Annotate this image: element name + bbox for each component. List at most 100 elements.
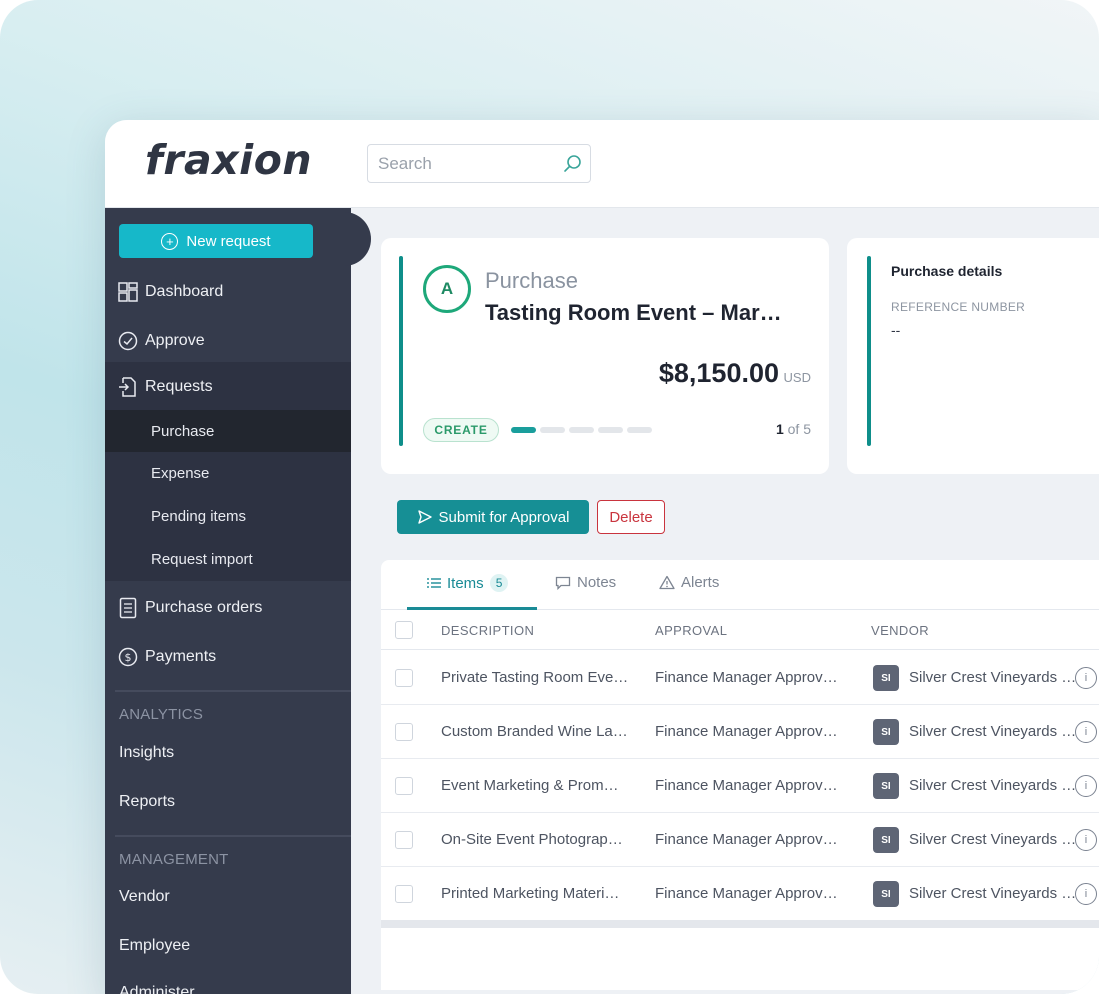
new-request-button[interactable]: + New request <box>119 224 313 258</box>
request-title: Tasting Room Event – Mar… <box>485 300 782 325</box>
item-vendor: Silver Crest Vineyards … <box>909 777 1077 794</box>
progress-segment <box>569 427 594 433</box>
sidebar-item-pending-items[interactable]: Pending items <box>105 495 351 537</box>
item-description: Event Marketing & Prom… <box>441 777 619 794</box>
sidebar-item-label: Purchase <box>151 422 215 440</box>
info-icon[interactable]: i <box>1075 829 1097 851</box>
sidebar-item-reports[interactable]: Reports <box>119 793 175 811</box>
table-footer <box>381 920 1099 928</box>
progress-segment <box>598 427 623 433</box>
new-request-label: New request <box>186 232 271 250</box>
comment-icon <box>555 576 571 590</box>
sidebar-item-employee[interactable]: Employee <box>119 937 190 955</box>
tab-alerts[interactable]: Alerts <box>659 574 719 591</box>
row-checkbox[interactable] <box>395 831 413 849</box>
currency-code: USD <box>783 370 811 385</box>
sidebar-item-label: Approve <box>145 332 205 349</box>
sidebar-item-insights[interactable]: Insights <box>119 744 174 762</box>
info-icon[interactable]: i <box>1075 883 1097 905</box>
sidebar-item-requests[interactable]: Requests <box>105 370 351 404</box>
progress-segment <box>511 427 536 433</box>
sidebar-item-vendor[interactable]: Vendor <box>119 888 170 906</box>
info-icon[interactable]: i <box>1075 667 1097 689</box>
check-circle-icon <box>117 330 139 352</box>
search-box[interactable] <box>367 144 591 183</box>
item-count-badge: 5 <box>489 574 509 592</box>
list-icon <box>427 578 441 588</box>
request-type: Purchase <box>485 268 578 293</box>
submit-label: Submit for Approval <box>438 508 570 526</box>
app-window: fraxion + New request Dashboard <box>105 120 1099 994</box>
sidebar-item-label: Dashboard <box>145 283 224 300</box>
sidebar-collapse-toggle[interactable] <box>337 212 371 266</box>
status-badge: CREATE <box>423 418 499 442</box>
item-vendor: Silver Crest Vineyards … <box>909 669 1077 686</box>
item-approval: Finance Manager Approv… <box>655 777 838 794</box>
item-approval: Finance Manager Approv… <box>655 831 838 848</box>
stage-progress <box>511 427 652 433</box>
items-panel: Items 5 Notes Alerts DESCRIPTION APPROVA… <box>381 560 1099 990</box>
sidebar-item-label: Purchase orders <box>145 599 263 616</box>
request-summary-card: A Purchase Tasting Room Event – Mar… $8,… <box>381 238 829 474</box>
background-card: fraxion + New request Dashboard <box>0 0 1099 994</box>
card-accent-bar <box>399 256 403 446</box>
sidebar-item-expense[interactable]: Expense <box>105 452 351 494</box>
sidebar-item-label: Expense <box>151 464 210 482</box>
row-checkbox[interactable] <box>395 723 413 741</box>
column-header-vendor[interactable]: VENDOR <box>871 623 929 638</box>
row-checkbox[interactable] <box>395 885 413 903</box>
info-icon[interactable]: i <box>1075 721 1097 743</box>
requests-section: Requests Purchase Expense Pending items … <box>105 362 351 581</box>
submit-for-approval-button[interactable]: Submit for Approval <box>397 500 589 534</box>
item-vendor: Silver Crest Vineyards … <box>909 885 1077 902</box>
dashboard-icon <box>117 281 139 303</box>
row-checkbox[interactable] <box>395 777 413 795</box>
table-row[interactable]: Printed Marketing Materi… Finance Manager… <box>381 867 1099 921</box>
table-row[interactable]: Custom Branded Wine La… Finance Manager A… <box>381 705 1099 759</box>
logo[interactable]: fraxion <box>145 136 312 184</box>
item-vendor: Silver Crest Vineyards … <box>909 831 1077 848</box>
item-approval: Finance Manager Approv… <box>655 723 838 740</box>
info-icon[interactable]: i <box>1075 775 1097 797</box>
tab-items[interactable]: Items 5 <box>427 574 509 592</box>
sidebar-item-label: Requests <box>145 378 213 395</box>
analytics-section-label: ANALYTICS <box>119 706 204 723</box>
tab-bar: Items 5 Notes Alerts <box>381 560 1099 610</box>
vendor-avatar: SI <box>873 881 899 907</box>
tab-label: Alerts <box>681 574 720 591</box>
column-header-description[interactable]: DESCRIPTION <box>441 623 534 638</box>
step-total: of 5 <box>787 421 811 437</box>
table-row[interactable]: Private Tasting Room Eve… Finance Manager… <box>381 651 1099 705</box>
select-all-checkbox[interactable] <box>395 621 413 639</box>
tab-notes[interactable]: Notes <box>555 574 616 591</box>
sidebar-item-dashboard[interactable]: Dashboard <box>105 278 351 306</box>
search-input[interactable] <box>378 153 558 175</box>
sidebar-item-approve[interactable]: Approve <box>105 327 351 355</box>
item-description: Custom Branded Wine La… <box>441 723 628 740</box>
sidebar-item-purchase[interactable]: Purchase <box>105 410 351 452</box>
avatar: A <box>423 265 471 313</box>
tab-label: Items <box>447 574 484 592</box>
plus-circle-icon: + <box>161 232 179 250</box>
sidebar-item-request-import[interactable]: Request import <box>105 538 351 580</box>
sidebar-item-payments[interactable]: $ Payments <box>105 643 351 671</box>
item-description: Printed Marketing Materi… <box>441 885 620 902</box>
row-checkbox[interactable] <box>395 669 413 687</box>
sidebar-item-purchase-orders[interactable]: Purchase orders <box>105 594 351 622</box>
card-accent-bar <box>867 256 871 446</box>
sidebar-divider <box>115 690 351 692</box>
request-amount: $8,150.00 <box>658 358 779 388</box>
sidebar-item-administer[interactable]: Administer <box>119 984 195 994</box>
progress-segment <box>627 427 652 433</box>
table-row[interactable]: Event Marketing & Prom… Finance Manager A… <box>381 759 1099 813</box>
sidebar-item-label: Payments <box>145 648 217 665</box>
item-approval: Finance Manager Approv… <box>655 885 838 902</box>
send-icon <box>417 510 432 524</box>
column-header-approval[interactable]: APPROVAL <box>655 623 727 638</box>
document-list-icon <box>117 597 139 619</box>
tab-label: Notes <box>577 574 617 591</box>
delete-button[interactable]: Delete <box>597 500 665 534</box>
search-icon[interactable] <box>562 153 584 175</box>
management-section-label: MANAGEMENT <box>119 851 229 868</box>
table-row[interactable]: On-Site Event Photograp… Finance Manager … <box>381 813 1099 867</box>
